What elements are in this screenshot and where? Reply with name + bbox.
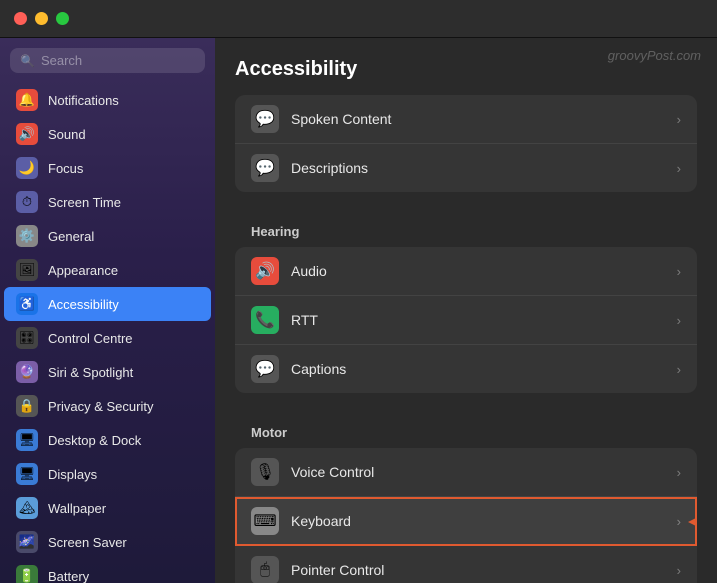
sidebar-label-general: General	[48, 229, 94, 244]
descriptions-chevron: ›	[677, 161, 681, 176]
sidebar-item-screen-time[interactable]: ⏱ Screen Time	[4, 185, 211, 219]
sidebar-label-screen-time: Screen Time	[48, 195, 121, 210]
sidebar-item-appearance[interactable]: 🖼 Appearance	[4, 253, 211, 287]
audio-label: Audio	[291, 263, 677, 279]
control-centre-icon: 🎛	[16, 327, 38, 349]
general-icon: ⚙️	[16, 225, 38, 247]
close-button[interactable]	[14, 12, 27, 25]
captions-row[interactable]: 💬 Captions ›	[235, 345, 697, 393]
motor-group: 🎙 Voice Control › ⌨ Keyboard ›	[235, 448, 697, 583]
screen-time-icon: ⏱	[16, 191, 38, 213]
captions-chevron: ›	[677, 362, 681, 377]
sidebar-label-siri: Siri & Spotlight	[48, 365, 133, 380]
audio-row[interactable]: 🔊 Audio ›	[235, 247, 697, 296]
sidebar-item-displays[interactable]: 🖥 Displays	[4, 457, 211, 491]
sidebar-item-screen-saver[interactable]: 🌌 Screen Saver	[4, 525, 211, 559]
sidebar-item-privacy[interactable]: 🔒 Privacy & Security	[4, 389, 211, 423]
sidebar-label-privacy: Privacy & Security	[48, 399, 153, 414]
rtt-icon: 📞	[251, 306, 279, 334]
sidebar-item-control-centre[interactable]: 🎛 Control Centre	[4, 321, 211, 355]
search-icon: 🔍	[20, 54, 35, 68]
wallpaper-icon: 🏔	[16, 497, 38, 519]
sidebar-label-wallpaper: Wallpaper	[48, 501, 106, 516]
sidebar-item-sound[interactable]: 🔊 Sound	[4, 117, 211, 151]
captions-label: Captions	[291, 361, 677, 377]
spoken-content-chevron: ›	[677, 112, 681, 127]
notifications-icon: 🔔	[16, 89, 38, 111]
pointer-control-label: Pointer Control	[291, 562, 677, 578]
sidebar-label-battery: Battery	[48, 569, 89, 583]
descriptions-icon: 💬	[251, 154, 279, 182]
sidebar-item-desktop-dock[interactable]: 🖥 Desktop & Dock	[4, 423, 211, 457]
sidebar-item-focus[interactable]: 🌙 Focus	[4, 151, 211, 185]
motor-section: Motor 🎙 Voice Control › ⌨ Keyboard ›	[235, 413, 697, 583]
sidebar-label-accessibility: Accessibility	[48, 297, 119, 312]
sidebar-label-displays: Displays	[48, 467, 97, 482]
hearing-group: 🔊 Audio › 📞 RTT › 💬 Captions ›	[235, 247, 697, 393]
voice-control-icon: 🎙	[251, 458, 279, 486]
audio-icon: 🔊	[251, 257, 279, 285]
descriptions-label: Descriptions	[291, 160, 677, 176]
appearance-icon: 🖼	[16, 259, 38, 281]
motor-header: Motor	[235, 413, 697, 448]
desktop-dock-icon: 🖥	[16, 429, 38, 451]
content-area: groovyPost.com Accessibility 💬 Spoken Co…	[215, 38, 717, 583]
maximize-button[interactable]	[56, 12, 69, 25]
focus-icon: 🌙	[16, 157, 38, 179]
privacy-icon: 🔒	[16, 395, 38, 417]
displays-icon: 🖥	[16, 463, 38, 485]
keyboard-row[interactable]: ⌨ Keyboard ›	[235, 497, 697, 546]
captions-icon: 💬	[251, 355, 279, 383]
traffic-lights	[14, 12, 69, 25]
sidebar-label-focus: Focus	[48, 161, 83, 176]
descriptions-row[interactable]: 💬 Descriptions ›	[235, 144, 697, 192]
sidebar-item-accessibility[interactable]: ♿ Accessibility	[4, 287, 211, 321]
titlebar	[0, 0, 717, 38]
sidebar-item-general[interactable]: ⚙️ General	[4, 219, 211, 253]
search-box[interactable]: 🔍	[10, 48, 205, 73]
hearing-section: Hearing 🔊 Audio › 📞 RTT › 💬 Captions ›	[235, 212, 697, 393]
sidebar-item-wallpaper[interactable]: 🏔 Wallpaper	[4, 491, 211, 525]
sidebar-label-notifications: Notifications	[48, 93, 119, 108]
sidebar-label-sound: Sound	[48, 127, 86, 142]
pointer-control-icon: 🖱	[251, 556, 279, 583]
sidebar-label-desktop-dock: Desktop & Dock	[48, 433, 141, 448]
keyboard-icon: ⌨	[251, 507, 279, 535]
accessibility-icon: ♿	[16, 293, 38, 315]
sidebar-label-screen-saver: Screen Saver	[48, 535, 127, 550]
hearing-header: Hearing	[235, 212, 697, 247]
sidebar: 🔍 🔔 Notifications 🔊 Sound 🌙 Focus ⏱ Scre…	[0, 38, 215, 583]
sound-icon: 🔊	[16, 123, 38, 145]
spoken-content-row[interactable]: 💬 Spoken Content ›	[235, 95, 697, 144]
rtt-row[interactable]: 📞 RTT ›	[235, 296, 697, 345]
rtt-chevron: ›	[677, 313, 681, 328]
voice-control-row[interactable]: 🎙 Voice Control ›	[235, 448, 697, 497]
keyboard-row-wrapper: ⌨ Keyboard ›	[235, 497, 697, 546]
rtt-label: RTT	[291, 312, 677, 328]
voice-control-label: Voice Control	[291, 464, 677, 480]
sidebar-item-siri[interactable]: 🔮 Siri & Spotlight	[4, 355, 211, 389]
minimize-button[interactable]	[35, 12, 48, 25]
sidebar-item-notifications[interactable]: 🔔 Notifications	[4, 83, 211, 117]
pointer-control-chevron: ›	[677, 563, 681, 578]
sidebar-item-battery[interactable]: 🔋 Battery	[4, 559, 211, 583]
keyboard-chevron: ›	[677, 514, 681, 529]
top-rows-group: 💬 Spoken Content › 💬 Descriptions ›	[235, 95, 697, 192]
keyboard-label: Keyboard	[291, 513, 677, 529]
screen-saver-icon: 🌌	[16, 531, 38, 553]
siri-icon: 🔮	[16, 361, 38, 383]
audio-chevron: ›	[677, 264, 681, 279]
pointer-control-row[interactable]: 🖱 Pointer Control ›	[235, 546, 697, 583]
page-title: Accessibility	[235, 58, 697, 81]
main-layout: 🔍 🔔 Notifications 🔊 Sound 🌙 Focus ⏱ Scre…	[0, 38, 717, 583]
battery-icon: 🔋	[16, 565, 38, 583]
search-input[interactable]	[41, 53, 195, 68]
sidebar-label-appearance: Appearance	[48, 263, 118, 278]
spoken-content-label: Spoken Content	[291, 111, 677, 127]
voice-control-chevron: ›	[677, 465, 681, 480]
spoken-content-icon: 💬	[251, 105, 279, 133]
sidebar-label-control-centre: Control Centre	[48, 331, 133, 346]
